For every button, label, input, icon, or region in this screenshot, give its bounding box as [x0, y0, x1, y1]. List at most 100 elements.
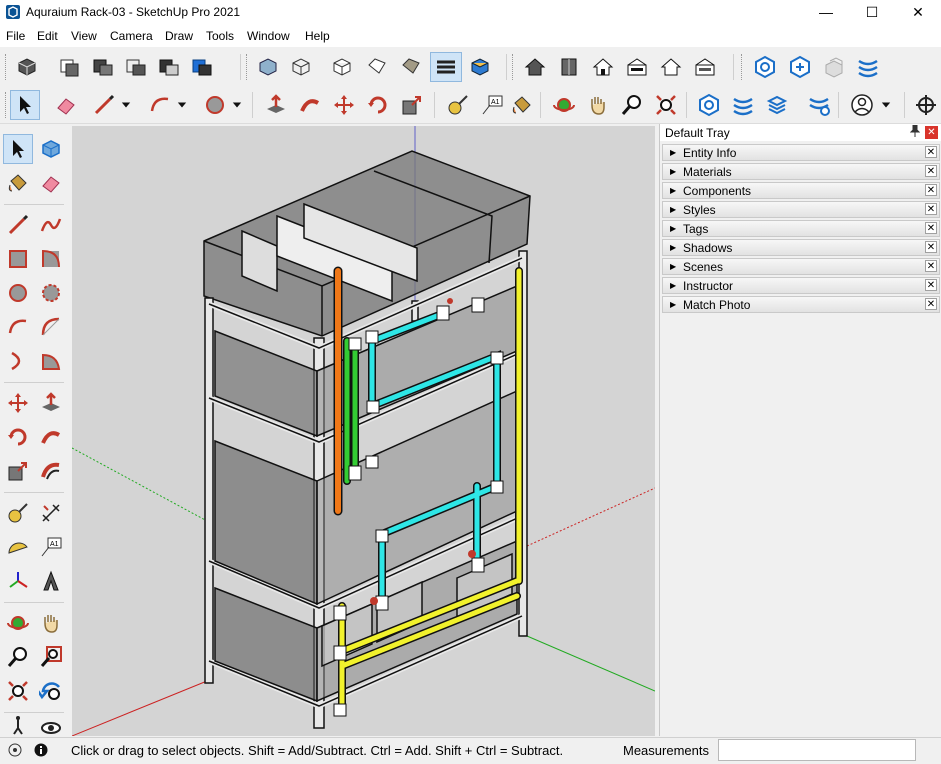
panel-tags[interactable]: ▶ Tags ✕: [662, 220, 940, 237]
position-camera-tool-icon[interactable]: [3, 716, 33, 736]
panel-materials[interactable]: ▶ Materials ✕: [662, 163, 940, 180]
panel-close-button[interactable]: ✕: [925, 241, 937, 253]
zoom-tool-icon[interactable]: [618, 91, 646, 119]
panel-styles[interactable]: ▶ Styles ✕: [662, 201, 940, 218]
account-icon[interactable]: [848, 91, 876, 119]
minimize-button[interactable]: —: [803, 0, 849, 25]
protractor-tool-icon[interactable]: [3, 532, 33, 562]
monochrome-style-icon[interactable]: [430, 52, 462, 82]
zoom-window-tool-icon[interactable]: [36, 642, 66, 672]
dimensions-tool-icon[interactable]: [36, 498, 66, 528]
zoom-extents-tool-icon[interactable]: [3, 676, 33, 706]
paint-bucket-tool-icon[interactable]: [508, 91, 536, 119]
panel-close-button[interactable]: ✕: [925, 298, 937, 310]
top-view-icon[interactable]: [555, 53, 583, 81]
text-tool-icon[interactable]: A1: [36, 532, 66, 562]
push-pull-tool-icon[interactable]: [36, 388, 66, 418]
select-tool-icon[interactable]: [3, 134, 33, 164]
aquarium-rack-model[interactable]: [72, 126, 655, 736]
paste-icon[interactable]: [155, 53, 183, 81]
previous-view-tool-icon[interactable]: [36, 676, 66, 706]
close-window-button[interactable]: ✕: [895, 0, 941, 25]
front-view-icon[interactable]: [589, 53, 617, 81]
menu-help[interactable]: Help: [305, 29, 330, 43]
offset-tool-icon[interactable]: [36, 456, 66, 486]
rotated-rectangle-tool-icon[interactable]: [36, 244, 66, 274]
cut-icon[interactable]: [89, 53, 117, 81]
move-tool-icon[interactable]: [3, 388, 33, 418]
look-around-tool-icon[interactable]: [36, 716, 66, 736]
tray-close-button[interactable]: ✕: [925, 126, 938, 139]
hidden-line-style-icon[interactable]: [328, 53, 356, 81]
copy-icon[interactable]: [122, 53, 150, 81]
scale-tool-icon[interactable]: [398, 91, 426, 119]
iso-view-icon[interactable]: [521, 53, 549, 81]
menu-tools[interactable]: Tools: [206, 29, 234, 43]
chevron-down-icon[interactable]: [174, 91, 190, 119]
menu-camera[interactable]: Camera: [110, 29, 153, 43]
outliner-icon[interactable]: [805, 91, 833, 119]
xray-style-icon[interactable]: [254, 53, 282, 81]
toolbar-grip[interactable]: [5, 54, 9, 80]
panel-components[interactable]: ▶ Components ✕: [662, 182, 940, 199]
orbit-tool-icon[interactable]: [550, 91, 578, 119]
chevron-down-icon[interactable]: [878, 91, 894, 119]
make-component-icon[interactable]: [13, 53, 41, 81]
toolbar-grip[interactable]: [5, 92, 9, 118]
rectangle-tool-icon[interactable]: [3, 244, 33, 274]
rotate-tool-icon[interactable]: [364, 91, 392, 119]
menu-window[interactable]: Window: [247, 29, 290, 43]
paint-bucket-tool-icon[interactable]: [3, 168, 33, 198]
line-tool-icon[interactable]: [90, 91, 118, 119]
warehouse-icon[interactable]: [751, 53, 779, 81]
menu-view[interactable]: View: [71, 29, 97, 43]
extension-warehouse-icon[interactable]: [786, 53, 814, 81]
panel-match-photo[interactable]: ▶ Match Photo ✕: [662, 296, 940, 313]
freehand-tool-icon[interactable]: [36, 210, 66, 240]
panel-close-button[interactable]: ✕: [925, 222, 937, 234]
zoom-tool-icon[interactable]: [3, 642, 33, 672]
follow-me-tool-icon[interactable]: [296, 91, 324, 119]
move-tool-icon[interactable]: [330, 91, 358, 119]
share-model-icon[interactable]: [820, 53, 848, 81]
zoom-extents-tool-icon[interactable]: [652, 91, 680, 119]
left-view-icon[interactable]: [691, 53, 719, 81]
maximize-button[interactable]: ☐: [849, 0, 895, 25]
geolocation-icon[interactable]: [8, 743, 22, 757]
panel-entity-info[interactable]: ▶ Entity Info ✕: [662, 144, 940, 161]
wireframe-style-icon[interactable]: [287, 53, 315, 81]
shaded-style-icon[interactable]: [363, 53, 391, 81]
pin-icon[interactable]: [909, 124, 921, 140]
axes-tool-icon[interactable]: [3, 566, 33, 596]
arc-tool-icon[interactable]: [3, 312, 33, 342]
chevron-down-icon[interactable]: [118, 91, 134, 119]
menu-edit[interactable]: Edit: [37, 29, 58, 43]
panel-close-button[interactable]: ✕: [925, 184, 937, 196]
line-tool-icon[interactable]: [3, 210, 33, 240]
eraser-tool-icon[interactable]: [36, 168, 66, 198]
extension-manager-icon[interactable]: [763, 91, 791, 119]
panel-instructor[interactable]: ▶ Instructor ✕: [662, 277, 940, 294]
back-view-icon[interactable]: [657, 53, 685, 81]
panel-close-button[interactable]: ✕: [925, 165, 937, 177]
model-viewport[interactable]: [72, 126, 655, 736]
panel-close-button[interactable]: ✕: [925, 203, 937, 215]
menu-draw[interactable]: Draw: [165, 29, 193, 43]
pan-tool-icon[interactable]: [584, 91, 612, 119]
layout-icon[interactable]: [854, 53, 882, 81]
paste-in-place-icon[interactable]: [56, 53, 84, 81]
tape-measure-tool-icon[interactable]: [3, 498, 33, 528]
pan-tool-icon[interactable]: [36, 608, 66, 638]
panel-close-button[interactable]: ✕: [925, 146, 937, 158]
pie-tool-icon[interactable]: [36, 346, 66, 376]
eraser-tool-icon[interactable]: [52, 91, 80, 119]
tape-measure-tool-icon[interactable]: [444, 91, 472, 119]
panel-close-button[interactable]: ✕: [925, 260, 937, 272]
2-point-arc-tool-icon[interactable]: [36, 312, 66, 342]
toolbar-grip[interactable]: [512, 54, 516, 80]
measurements-input[interactable]: [718, 739, 916, 761]
info-icon[interactable]: [34, 743, 48, 757]
rotate-tool-icon[interactable]: [3, 422, 33, 452]
circle-tool-icon[interactable]: [3, 278, 33, 308]
right-view-icon[interactable]: [623, 53, 651, 81]
